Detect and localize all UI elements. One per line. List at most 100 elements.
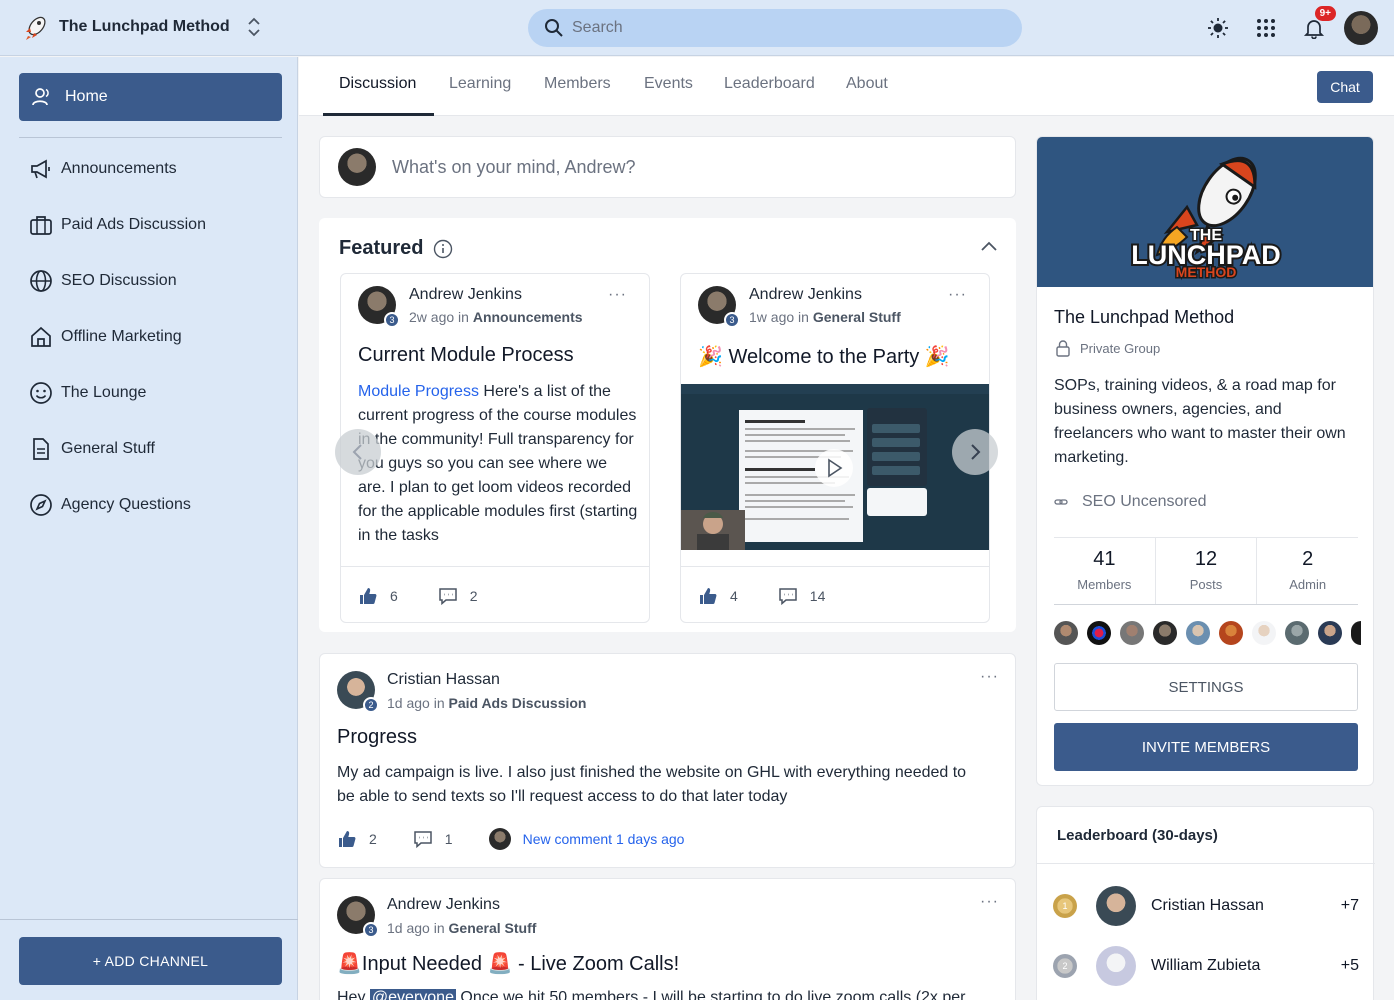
carousel-prev-button[interactable] [335,429,381,475]
brand-name: The Lunchpad Method [59,18,230,35]
comment-icon[interactable] [413,829,433,849]
sidebar-item-seo[interactable]: SEO Discussion [19,253,282,309]
group-link[interactable]: SEO Uncensored [1054,493,1207,511]
user-avatar[interactable] [1344,11,1378,45]
tab-members[interactable]: Members [544,75,611,93]
briefcase-icon [30,216,52,235]
divider [0,919,298,920]
video-thumbnail[interactable] [681,384,989,550]
in-word: in [458,309,469,325]
post-card[interactable]: 2 Cristian Hassan 1d ago in Paid Ads Dis… [319,653,1016,868]
more-options-icon[interactable]: ··· [980,893,999,911]
module-progress-link[interactable]: Module Progress [358,383,479,400]
sidebar-item-paid-ads[interactable]: Paid Ads Discussion [19,197,282,253]
avatar[interactable]: 2 [337,671,379,713]
sidebar-item-offline-marketing[interactable]: Offline Marketing [19,309,282,365]
post-meta: 1w ago in General Stuff [749,309,901,325]
settings-button[interactable]: SETTINGS [1054,663,1358,711]
avatar [338,148,376,186]
carousel-next-button[interactable] [952,429,998,475]
tab-discussion[interactable]: Discussion [339,75,416,93]
active-tab-indicator [323,113,434,116]
post-card[interactable]: 3 Andrew Jenkins 1d ago in General Stuff… [319,878,1016,1000]
search-input[interactable] [572,19,972,37]
post-header: 3 Andrew Jenkins 1w ago in General Stuff [698,286,901,328]
member-avatar[interactable] [1285,621,1309,645]
more-options-icon[interactable]: ··· [948,286,967,304]
avatar[interactable] [1096,946,1136,986]
post-time: 1w ago [749,309,795,325]
sidebar-item-home[interactable]: Home [19,73,282,121]
info-icon[interactable] [433,239,453,259]
invite-members-button[interactable]: INVITE MEMBERS [1054,723,1358,771]
chevron-up-icon[interactable] [980,240,998,252]
author-name[interactable]: Andrew Jenkins [749,286,901,304]
author-name[interactable]: Andrew Jenkins [387,896,536,914]
thumbs-up-icon[interactable] [358,586,378,606]
stat-members[interactable]: 41 Members [1054,538,1156,604]
like-count: 4 [730,588,738,604]
member-avatar[interactable] [1219,621,1243,645]
avatar[interactable] [1096,886,1136,926]
member-avatar[interactable] [1054,621,1078,645]
search-bar[interactable] [528,9,1022,47]
sidebar-item-the-lounge[interactable]: The Lounge [19,365,282,421]
thumbs-up-icon[interactable] [698,586,718,606]
post-channel[interactable]: General Stuff [813,309,901,325]
post-composer[interactable]: What's on your mind, Andrew? [319,136,1016,198]
member-avatar[interactable] [1087,621,1111,645]
more-options-icon[interactable]: ··· [608,286,627,304]
tab-learning[interactable]: Learning [449,75,511,93]
chat-button[interactable]: Chat [1317,71,1373,103]
post-channel[interactable]: Announcements [473,309,583,325]
post-channel[interactable]: General Stuff [449,920,537,936]
comment-icon[interactable] [438,586,458,606]
member-avatar[interactable] [1252,621,1276,645]
leaderboard-row[interactable]: 2 William Zubieta +5 [1053,946,1359,986]
sidebar-item-general-stuff[interactable]: General Stuff [19,421,282,477]
sidebar-item-announcements[interactable]: Announcements [19,141,282,197]
commenter-avatar [488,828,511,850]
switch-group-icon[interactable] [246,16,262,38]
composer-placeholder: What's on your mind, Andrew? [392,156,636,177]
thumbs-up-icon[interactable] [337,829,357,849]
author-name[interactable]: Cristian Hassan [387,671,586,689]
mention-tag[interactable]: @everyone [369,989,456,1000]
avatar[interactable]: 3 [337,896,379,938]
member-avatar[interactable] [1153,621,1177,645]
member-avatar[interactable] [1351,621,1361,645]
author-name[interactable]: Andrew Jenkins [409,286,583,304]
theme-toggle[interactable] [1200,10,1236,46]
leaderboard-row[interactable]: 1 Cristian Hassan +7 [1053,886,1359,926]
group-stats: 41 Members 12 Posts 2 Admin [1054,537,1358,605]
tab-about[interactable]: About [846,75,888,93]
apps-button[interactable] [1248,10,1284,46]
stat-value: 2 [1302,548,1314,570]
new-comment-link[interactable]: New comment 1 days ago [523,831,685,847]
leader-name[interactable]: Cristian Hassan [1151,897,1341,915]
more-options-icon[interactable]: ··· [980,668,999,686]
featured-post-card[interactable]: 3 Andrew Jenkins 1w ago in General Stuff… [680,273,990,623]
member-avatar[interactable] [1186,621,1210,645]
stat-admin[interactable]: 2 Admin [1257,538,1358,604]
comment-icon[interactable] [778,586,798,606]
divider [341,566,649,567]
avatar[interactable]: 3 [358,286,400,328]
tab-events[interactable]: Events [644,75,693,93]
rocket-logo-icon [26,16,46,40]
group-link-text[interactable]: SEO Uncensored [1082,493,1207,511]
brand[interactable]: The Lunchpad Method [20,12,262,42]
leader-name[interactable]: William Zubieta [1151,957,1341,975]
featured-post-card[interactable]: 3 Andrew Jenkins 2w ago in Announcements… [340,273,650,623]
member-avatar[interactable] [1120,621,1144,645]
avatar[interactable]: 3 [698,286,740,328]
add-channel-button[interactable]: + ADD CHANNEL [19,937,282,985]
video-preview [681,384,989,550]
tab-leaderboard[interactable]: Leaderboard [724,75,815,93]
post-meta: 1d ago in Paid Ads Discussion [387,695,586,711]
notifications-button[interactable]: 9+ [1296,6,1336,46]
member-avatar[interactable] [1318,621,1342,645]
post-channel[interactable]: Paid Ads Discussion [449,695,587,711]
sidebar-item-agency-questions[interactable]: Agency Questions [19,477,282,533]
stat-posts[interactable]: 12 Posts [1156,538,1258,604]
